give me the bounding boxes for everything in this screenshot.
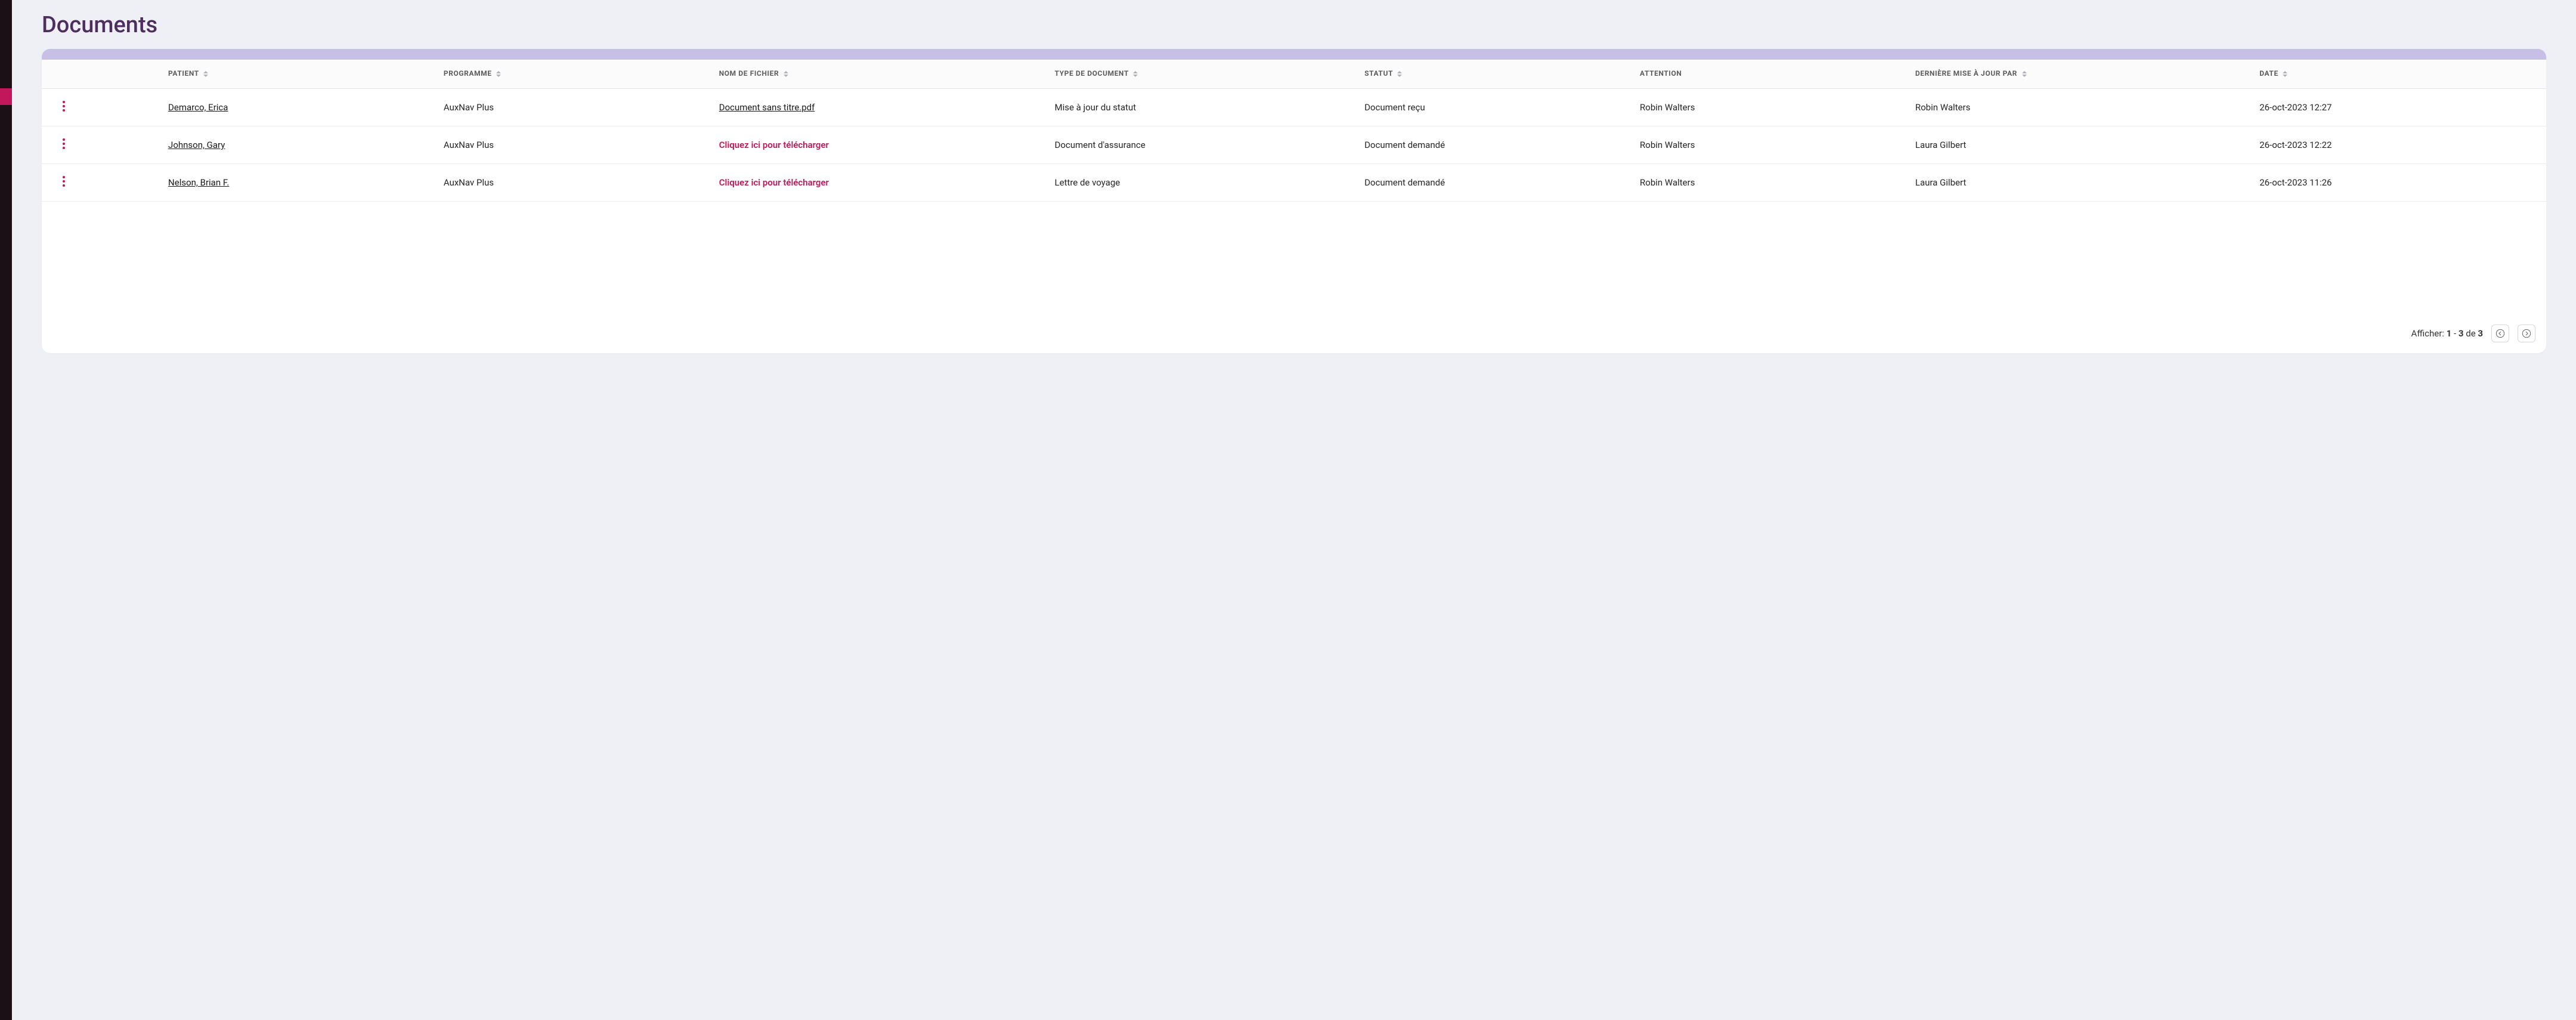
column-header-label: Statut bbox=[1364, 69, 1393, 78]
cell-patient: Nelson, Brian F. bbox=[162, 164, 438, 202]
pagination-prefix: Afficher: bbox=[2411, 328, 2444, 339]
page-title: Documents bbox=[42, 0, 2546, 49]
cell-status: Document reçu bbox=[1358, 89, 1634, 126]
column-header-label: Patient bbox=[168, 69, 199, 78]
column-header-filename[interactable]: Nom de fichier bbox=[713, 60, 1049, 89]
cell-filename: Cliquez ici pour télécharger bbox=[713, 164, 1049, 202]
pagination-from: 1 bbox=[2447, 328, 2452, 339]
column-header-attention: Attention bbox=[1634, 60, 1909, 89]
cell-attention: Robin Walters bbox=[1634, 126, 1909, 164]
cell-programme: AuxNav Plus bbox=[438, 164, 713, 202]
column-header-label: Date bbox=[2259, 69, 2278, 78]
cell-date: 26-oct-2023 11:26 bbox=[2253, 164, 2546, 202]
column-header-status[interactable]: Statut bbox=[1358, 60, 1634, 89]
documents-panel: Patient Programme Nom de fichier Ty bbox=[42, 49, 2546, 353]
sort-icon bbox=[496, 71, 501, 77]
upload-link[interactable]: Cliquez ici pour télécharger bbox=[719, 140, 829, 150]
cell-programme: AuxNav Plus bbox=[438, 89, 713, 126]
pagination-to: 3 bbox=[2459, 328, 2464, 339]
pagination-dash: - bbox=[2454, 328, 2456, 339]
patient-link[interactable]: Nelson, Brian F. bbox=[168, 177, 229, 188]
patient-link[interactable]: Demarco, Erica bbox=[168, 102, 228, 113]
patient-link[interactable]: Johnson, Gary bbox=[168, 140, 225, 150]
cell-doctype: Document d'assurance bbox=[1049, 126, 1359, 164]
pagination-text: Afficher: 1 - 3 de 3 bbox=[2411, 328, 2483, 339]
column-header-label: Nom de fichier bbox=[719, 69, 779, 78]
column-header-label: Attention bbox=[1640, 69, 1682, 78]
column-header-label: Dernière mise à jour par bbox=[1915, 69, 2017, 78]
sort-icon bbox=[1397, 71, 1402, 77]
sort-icon bbox=[784, 71, 788, 77]
cell-patient: Johnson, Gary bbox=[162, 126, 438, 164]
pagination-bar: Afficher: 1 - 3 de 3 bbox=[42, 316, 2546, 353]
row-actions-menu-button[interactable] bbox=[55, 98, 73, 116]
documents-table: Patient Programme Nom de fichier Ty bbox=[42, 60, 2546, 202]
sort-icon bbox=[203, 71, 208, 77]
cell-actions bbox=[42, 126, 162, 164]
row-actions-menu-button[interactable] bbox=[55, 174, 73, 191]
arrow-left-circle-icon bbox=[2496, 329, 2505, 338]
sort-icon bbox=[2283, 71, 2287, 77]
cell-patient: Demarco, Erica bbox=[162, 89, 438, 126]
column-header-label: Type de document bbox=[1055, 69, 1129, 78]
left-edge-strip bbox=[0, 0, 12, 1020]
sort-icon bbox=[1133, 71, 1138, 77]
file-link[interactable]: Document sans titre.pdf bbox=[719, 102, 815, 113]
kebab-icon bbox=[63, 101, 65, 114]
cell-filename: Document sans titre.pdf bbox=[713, 89, 1049, 126]
column-header-label: Programme bbox=[444, 69, 492, 78]
column-header-patient[interactable]: Patient bbox=[162, 60, 438, 89]
cell-status: Document demandé bbox=[1358, 126, 1634, 164]
column-header-programme[interactable]: Programme bbox=[438, 60, 713, 89]
pagination-of: de bbox=[2466, 328, 2475, 339]
pagination-next-button[interactable] bbox=[2518, 324, 2535, 342]
kebab-icon bbox=[63, 138, 65, 152]
pagination-prev-button[interactable] bbox=[2491, 324, 2509, 342]
column-header-date[interactable]: Date bbox=[2253, 60, 2546, 89]
upload-link[interactable]: Cliquez ici pour télécharger bbox=[719, 177, 829, 188]
row-actions-menu-button[interactable] bbox=[55, 136, 73, 154]
cell-updatedby: Laura Gilbert bbox=[1909, 126, 2253, 164]
cell-date: 26-oct-2023 12:22 bbox=[2253, 126, 2546, 164]
cell-date: 26-oct-2023 12:27 bbox=[2253, 89, 2546, 126]
column-header-actions bbox=[42, 60, 162, 89]
column-header-updatedby[interactable]: Dernière mise à jour par bbox=[1909, 60, 2253, 89]
cell-filename: Cliquez ici pour télécharger bbox=[713, 126, 1049, 164]
cell-doctype: Mise à jour du statut bbox=[1049, 89, 1359, 126]
pagination-total: 3 bbox=[2478, 328, 2483, 339]
table-row: Johnson, Gary AuxNav Plus Cliquez ici pour… bbox=[42, 126, 2546, 164]
cell-updatedby: Robin Walters bbox=[1909, 89, 2253, 126]
sort-icon bbox=[2022, 71, 2027, 77]
table-header-row: Patient Programme Nom de fichier Ty bbox=[42, 60, 2546, 89]
kebab-icon bbox=[63, 176, 65, 189]
arrow-right-circle-icon bbox=[2522, 329, 2531, 338]
left-edge-accent bbox=[0, 88, 12, 105]
cell-actions bbox=[42, 164, 162, 202]
cell-attention: Robin Walters bbox=[1634, 164, 1909, 202]
cell-doctype: Lettre de voyage bbox=[1049, 164, 1359, 202]
table-row: Nelson, Brian F. AuxNav Plus Cliquez ici p… bbox=[42, 164, 2546, 202]
cell-status: Document demandé bbox=[1358, 164, 1634, 202]
cell-programme: AuxNav Plus bbox=[438, 126, 713, 164]
cell-actions bbox=[42, 89, 162, 126]
cell-updatedby: Laura Gilbert bbox=[1909, 164, 2253, 202]
column-header-doctype[interactable]: Type de document bbox=[1049, 60, 1359, 89]
cell-attention: Robin Walters bbox=[1634, 89, 1909, 126]
table-row: Demarco, Erica AuxNav Plus Document sans t… bbox=[42, 89, 2546, 126]
